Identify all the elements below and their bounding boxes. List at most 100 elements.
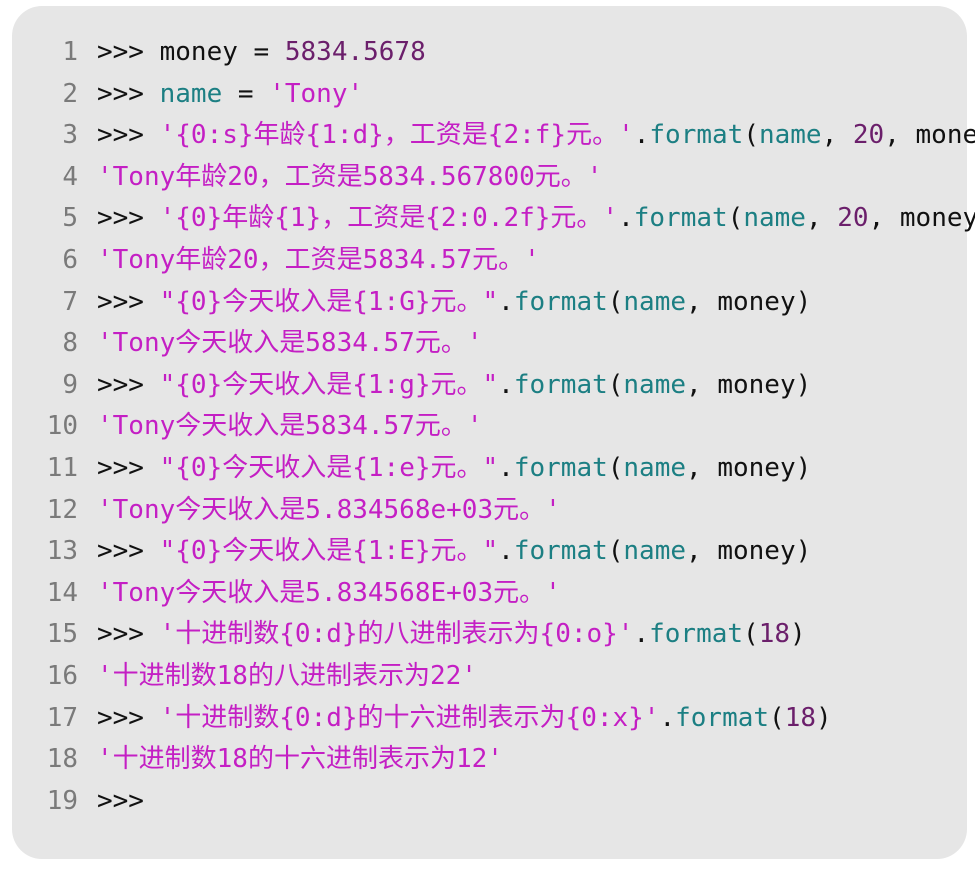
code-line: 5 >>> '{0}年龄{1}，工资是{2:0.2f}元。'.format(nam… — [12, 198, 975, 240]
code-text: ( — [743, 619, 759, 650]
identifier: name — [623, 452, 687, 483]
code-text: ( — [607, 369, 624, 400]
code-line: 19 >>> — [12, 781, 967, 823]
line-number: 12 — [46, 494, 78, 525]
code-text: , money) — [686, 286, 812, 317]
code-line: 13 >>> "{0}今天收入是{1:E}元。".format(name, mon… — [12, 531, 967, 573]
prompt-marker: >>> — [97, 37, 160, 67]
output-text: 'Tony今天收入是5.834568e+03元。' — [97, 494, 561, 525]
output-text: 'Tony年龄20，工资是5834.57元。' — [97, 244, 540, 275]
code-text: , money) — [868, 203, 975, 234]
code-text: , — [821, 120, 853, 151]
line-number: 11 — [46, 452, 78, 483]
method-name: format — [513, 286, 608, 317]
number-literal: 20 — [837, 203, 869, 234]
line-content: 'Tony今天收入是5.834568E+03元。' — [97, 573, 561, 615]
code-text: ( — [743, 120, 759, 151]
line-content: >>> money = 5834.5678 — [97, 32, 426, 74]
code-line: 14 'Tony今天收入是5.834568E+03元。' — [12, 573, 967, 615]
line-content: 'Tony今天收入是5834.57元。' — [97, 406, 483, 448]
code-text: . — [498, 369, 514, 400]
prompt-marker: >>> — [97, 120, 160, 151]
line-number: 10 — [46, 411, 78, 442]
line-number: 19 — [46, 785, 78, 816]
line-content: >>> '{0:s}年龄{1:d}，工资是{2:f}元。'.format(nam… — [97, 115, 975, 157]
string-literal: '十进制数{0:d}的八进制表示为{0:o}' — [159, 619, 634, 650]
code-line: 9 >>> "{0}今天收入是{1:g}元。".format(name, mone… — [12, 365, 967, 407]
code-text: . — [633, 619, 650, 650]
output-text: '十进制数18的十六进制表示为12' — [97, 744, 503, 775]
code-line: 16 '十进制数18的八进制表示为22' — [12, 656, 967, 698]
prompt-marker: >>> — [97, 78, 160, 109]
number-literal: 20 — [852, 120, 885, 151]
line-content: >>> name = 'Tony' — [97, 74, 363, 116]
code-text: . — [618, 203, 634, 234]
prompt-marker: >>> — [97, 785, 144, 816]
code-text: ) — [790, 619, 806, 650]
code-line: 1 >>> money = 5834.5678 — [12, 32, 967, 74]
line-content: 'Tony今天收入是5.834568e+03元。' — [97, 490, 561, 532]
code-text: , money) — [686, 369, 812, 400]
code-text: money = — [159, 37, 285, 67]
line-content: >>> "{0}今天收入是{1:e}元。".format(name, money… — [97, 448, 811, 490]
string-literal: "{0}今天收入是{1:G}元。" — [159, 286, 499, 317]
identifier: name — [623, 369, 687, 400]
code-text: ( — [607, 286, 624, 317]
line-number: 4 — [62, 161, 78, 192]
output-text: 'Tony年龄20，工资是5834.567800元。' — [97, 161, 603, 192]
line-content: >>> "{0}今天收入是{1:E}元。".format(name, money… — [97, 531, 811, 573]
line-content: 'Tony今天收入是5834.57元。' — [97, 323, 483, 365]
code-text: ( — [607, 536, 624, 567]
method-name: format — [649, 619, 744, 650]
line-content: >>> '{0}年龄{1}，工资是{2:0.2f}元。'.format(name… — [97, 198, 975, 240]
number-literal: 18 — [758, 619, 791, 650]
line-content: '十进制数18的十六进制表示为12' — [97, 739, 503, 781]
code-text: , money) — [686, 536, 812, 567]
line-number: 13 — [46, 536, 78, 567]
code-text: . — [498, 286, 514, 317]
code-panel: 1 >>> money = 5834.5678 2 >>> name = 'Tony'… — [12, 6, 975, 859]
output-text: 'Tony今天收入是5.834568E+03元。' — [97, 577, 561, 608]
string-literal: "{0}今天收入是{1:g}元。" — [159, 369, 499, 400]
code-listing: 1 >>> money = 5834.5678 2 >>> name = 'Tony'… — [12, 32, 975, 823]
method-name: format — [675, 702, 770, 733]
output-text: 'Tony今天收入是5834.57元。' — [97, 411, 483, 442]
line-number: 8 — [62, 328, 78, 359]
code-line: 10 'Tony今天收入是5834.57元。' — [12, 406, 967, 448]
identifier: name — [623, 536, 687, 567]
prompt-marker: >>> — [97, 619, 160, 650]
identifier: name — [743, 203, 806, 234]
identifier: name — [159, 78, 223, 109]
string-literal: '十进制数{0:d}的十六进制表示为{0:x}' — [159, 702, 660, 733]
prompt-marker: >>> — [97, 702, 160, 733]
code-line: 12 'Tony今天收入是5.834568e+03元。' — [12, 490, 967, 532]
line-number: 9 — [62, 369, 78, 400]
code-text: , — [805, 203, 838, 234]
code-text: . — [498, 452, 514, 483]
line-number: 7 — [62, 286, 78, 317]
prompt-marker: >>> — [97, 452, 160, 483]
prompt-marker: >>> — [97, 203, 160, 234]
string-literal: '{0}年龄{1}，工资是{2:0.2f}元。' — [159, 203, 619, 234]
line-number: 14 — [46, 577, 78, 608]
code-line: 18 '十进制数18的十六进制表示为12' — [12, 739, 967, 781]
code-text: . — [659, 702, 676, 733]
code-line: 3 >>> '{0:s}年龄{1:d}，工资是{2:f}元。'.format(na… — [12, 115, 975, 157]
line-content: >>> '十进制数{0:d}的十六进制表示为{0:x}'.format(18) — [97, 698, 832, 740]
code-text: ( — [769, 702, 785, 733]
prompt-marker: >>> — [97, 286, 160, 317]
method-name: format — [513, 452, 608, 483]
line-content: >>> "{0}今天收入是{1:g}元。".format(name, money… — [97, 365, 811, 407]
line-number: 1 — [62, 37, 78, 67]
line-number: 18 — [46, 744, 78, 775]
output-text: '十进制数18的八进制表示为22' — [97, 660, 477, 691]
number-literal: 18 — [784, 702, 817, 733]
line-content: >>> '十进制数{0:d}的八进制表示为{0:o}'.format(18) — [97, 614, 806, 656]
code-text: ( — [727, 203, 744, 234]
prompt-marker: >>> — [97, 369, 160, 400]
code-line: 6 'Tony年龄20，工资是5834.57元。' — [12, 240, 967, 282]
code-text: . — [633, 120, 650, 151]
code-line: 15 >>> '十进制数{0:d}的八进制表示为{0:o}'.format(18) — [12, 614, 967, 656]
prompt-marker: >>> — [97, 536, 160, 567]
method-name: format — [649, 120, 744, 151]
